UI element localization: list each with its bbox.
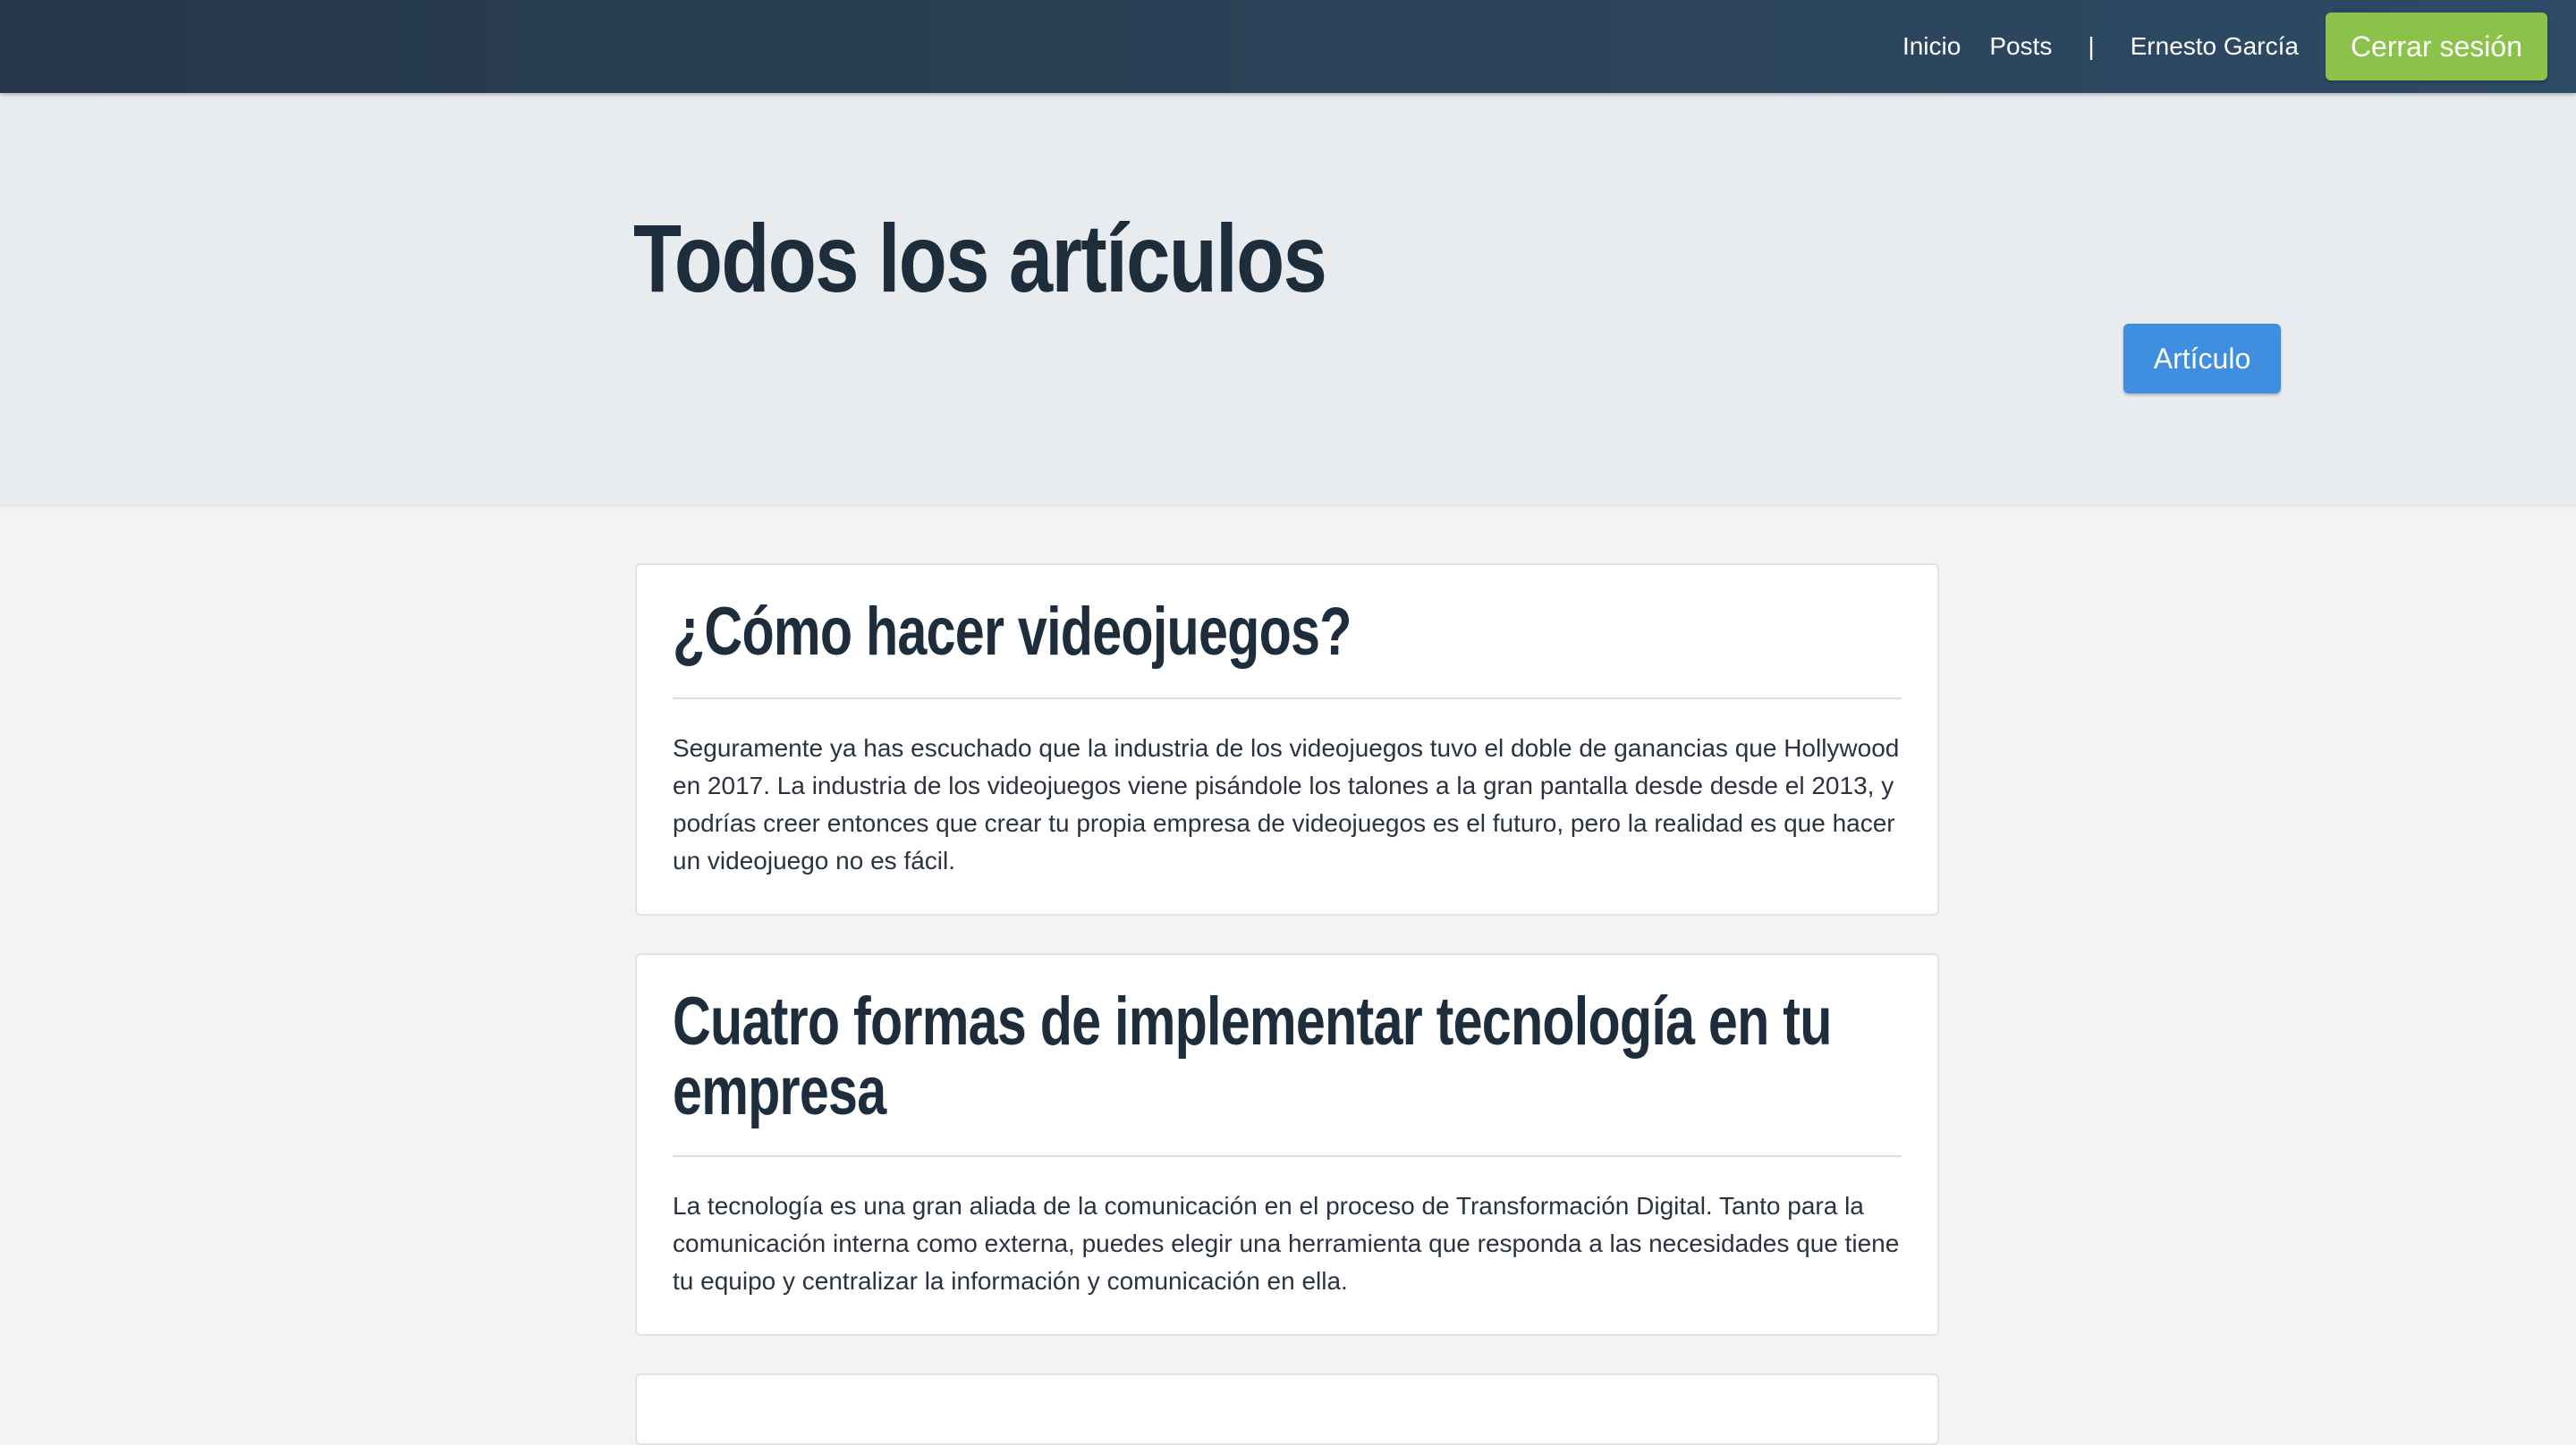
article-card <box>635 1373 1939 1445</box>
article-card: ¿Cómo hacer videojuegos? Seguramente ya … <box>635 563 1939 916</box>
nav-link-posts[interactable]: Posts <box>1989 32 2052 61</box>
article-excerpt: Seguramente ya has escuchado que la indu… <box>673 734 1900 875</box>
logout-button[interactable]: Cerrar sesión <box>2325 13 2547 80</box>
article-title[interactable]: Cuatro formas de implementar tecnología … <box>673 987 1894 1127</box>
new-article-button[interactable]: Artículo <box>2123 324 2281 393</box>
nav-link-inicio[interactable]: Inicio <box>1902 32 1961 61</box>
nav-user-name[interactable]: Ernesto García <box>2131 32 2299 61</box>
article-excerpt: La tecnología es una gran aliada de la c… <box>673 1192 1900 1295</box>
main-nav: Inicio Posts | Ernesto García Cerrar ses… <box>1902 0 2547 93</box>
nav-separator: | <box>2088 32 2095 60</box>
article-divider <box>673 1155 1902 1157</box>
page-title: Todos los artículos <box>633 204 1327 312</box>
article-card: Cuatro formas de implementar tecnología … <box>635 953 1939 1336</box>
top-navbar: Inicio Posts | Ernesto García Cerrar ses… <box>0 0 2576 93</box>
page-header: Todos los artículos Artículo <box>0 93 2576 504</box>
article-title[interactable]: ¿Cómo hacer videojuegos? <box>673 597 1894 667</box>
article-divider <box>673 697 1902 699</box>
